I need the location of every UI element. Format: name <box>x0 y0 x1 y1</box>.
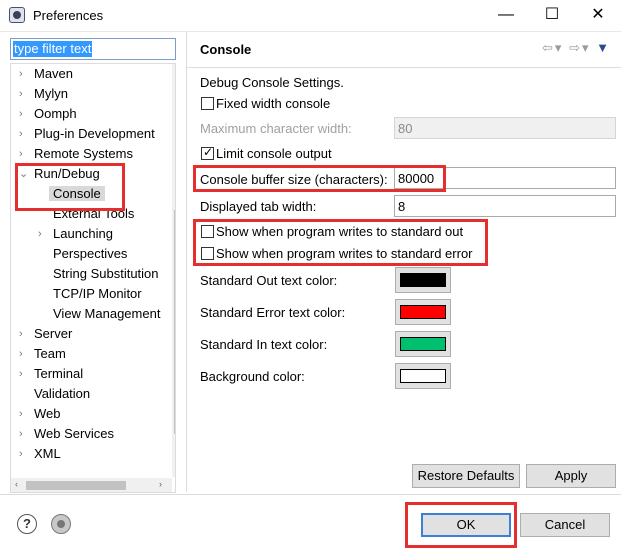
footer-divider <box>0 494 621 495</box>
fixed-width-checkbox[interactable] <box>201 97 214 110</box>
chevron-right-icon[interactable]: › <box>19 124 31 144</box>
stderr-color-label: Standard Error text color: <box>200 305 346 320</box>
tree-item-tcpip-monitor[interactable]: TCP/IP Monitor <box>53 284 142 304</box>
show-stderr-label[interactable]: Show when program writes to standard err… <box>216 246 473 261</box>
chevron-right-icon[interactable]: › <box>19 64 31 84</box>
chevron-right-icon[interactable]: › <box>19 324 31 344</box>
tree-item-mylyn[interactable]: › Mylyn <box>19 84 68 104</box>
tree-item-remote-systems[interactable]: › Remote Systems <box>19 144 133 164</box>
stderr-color-button[interactable] <box>395 299 451 325</box>
buffer-size-label: Console buffer size (characters): <box>200 172 388 187</box>
tree-horizontal-scroll-thumb[interactable] <box>26 481 126 490</box>
tree-item-maven[interactable]: › Maven <box>19 64 73 84</box>
background-color-swatch <box>400 369 446 383</box>
title-bar: Preferences — ☐ ✕ <box>0 0 621 32</box>
limit-output-checkbox[interactable] <box>201 145 214 160</box>
chevron-right-icon[interactable]: › <box>19 104 31 124</box>
ok-button[interactable]: OK <box>421 513 511 537</box>
chevron-right-icon[interactable]: › <box>19 84 31 104</box>
forward-dropdown-icon[interactable]: ▾ <box>582 40 591 55</box>
chevron-right-icon[interactable]: › <box>38 224 50 244</box>
back-arrow-icon[interactable]: ⇦ <box>542 40 555 55</box>
chevron-down-icon[interactable]: ⌄ <box>19 164 31 184</box>
stdin-color-swatch <box>400 337 446 351</box>
eclipse-app-icon <box>9 7 25 23</box>
filter-input[interactable]: type filter text <box>10 38 176 60</box>
page-title: Console <box>200 42 252 57</box>
tree-vertical-scroll-thumb[interactable] <box>174 210 175 434</box>
scroll-left-icon[interactable]: ‹ <box>15 479 18 489</box>
limit-output-label[interactable]: Limit console output <box>216 146 332 161</box>
tree-item-web-services[interactable]: › Web Services <box>19 424 114 444</box>
chevron-right-icon[interactable]: › <box>19 144 31 164</box>
window-title: Preferences <box>33 8 104 23</box>
forward-arrow-icon[interactable]: ⇨ <box>569 40 582 55</box>
tree-horizontal-scrollbar[interactable]: ‹ › <box>11 478 172 492</box>
chevron-right-icon[interactable]: › <box>19 424 31 444</box>
chevron-right-icon[interactable]: › <box>19 344 31 364</box>
page-navigation: ⇦▾ ⇨▾ ▼ <box>542 40 611 56</box>
cancel-button[interactable]: Cancel <box>520 513 610 537</box>
fixed-width-label[interactable]: Fixed width console <box>216 96 330 111</box>
tree-item-validation[interactable]: Validation <box>34 384 90 404</box>
stdout-color-button[interactable] <box>395 267 451 293</box>
background-color-label: Background color: <box>200 369 305 384</box>
tab-width-label: Displayed tab width: <box>200 199 317 214</box>
view-menu-icon[interactable]: ▼ <box>596 40 611 55</box>
tree-item-team[interactable]: › Team <box>19 344 66 364</box>
max-char-width-input[interactable]: 80 <box>394 117 616 139</box>
tree-item-view-management[interactable]: View Management <box>53 304 160 324</box>
tree-item-external-tools[interactable]: External Tools <box>53 204 134 224</box>
maximize-button[interactable]: ☐ <box>529 0 575 32</box>
tree-item-run-debug[interactable]: ⌄ Run/Debug <box>19 164 100 184</box>
tree-item-xml[interactable]: › XML <box>19 444 61 464</box>
stdin-color-label: Standard In text color: <box>200 337 328 352</box>
help-icon[interactable]: ? <box>17 514 37 534</box>
scroll-right-icon[interactable]: › <box>159 479 162 489</box>
stdout-color-swatch <box>400 273 446 287</box>
chevron-right-icon[interactable]: › <box>19 444 31 464</box>
import-export-icon[interactable] <box>51 514 71 534</box>
background-color-button[interactable] <box>395 363 451 389</box>
apply-button[interactable]: Apply <box>526 464 616 488</box>
preference-tree[interactable]: › Maven › Mylyn › Oomph › Plug-in Developmen… <box>10 63 176 493</box>
tree-item-launching[interactable]: › Launching <box>38 224 113 244</box>
minimize-button[interactable]: — <box>483 0 529 32</box>
tree-item-console[interactable]: Console <box>49 184 105 204</box>
tab-width-input[interactable]: 8 <box>394 195 616 217</box>
show-stdout-checkbox[interactable] <box>201 225 214 238</box>
show-stdout-label[interactable]: Show when program writes to standard out <box>216 224 463 239</box>
show-stderr-checkbox[interactable] <box>201 247 214 260</box>
tree-item-terminal[interactable]: › Terminal <box>19 364 83 384</box>
tree-item-perspectives[interactable]: Perspectives <box>53 244 127 264</box>
page-header: Console ⇦▾ ⇨▾ ▼ <box>187 32 621 68</box>
restore-defaults-button[interactable]: Restore Defaults <box>412 464 520 488</box>
chevron-right-icon[interactable]: › <box>19 404 31 424</box>
stderr-color-swatch <box>400 305 446 319</box>
close-button[interactable]: ✕ <box>575 0 621 32</box>
chevron-right-icon[interactable]: › <box>19 364 31 384</box>
tree-vertical-scrollbar[interactable] <box>172 64 175 477</box>
tree-item-plugin-development[interactable]: › Plug-in Development <box>19 124 155 144</box>
stdout-color-label: Standard Out text color: <box>200 273 338 288</box>
stdin-color-button[interactable] <box>395 331 451 357</box>
back-dropdown-icon[interactable]: ▾ <box>555 40 564 55</box>
tree-item-oomph[interactable]: › Oomph <box>19 104 77 124</box>
tree-item-string-substitution[interactable]: String Substitution <box>53 264 159 284</box>
settings-description: Debug Console Settings. <box>200 75 344 90</box>
filter-text: type filter text <box>13 41 93 57</box>
tree-item-server[interactable]: › Server <box>19 324 72 344</box>
tree-item-web[interactable]: › Web <box>19 404 61 424</box>
max-char-width-label: Maximum character width: <box>200 121 352 136</box>
buffer-size-input[interactable]: 80000 <box>394 167 616 189</box>
panel-divider[interactable] <box>186 32 187 492</box>
